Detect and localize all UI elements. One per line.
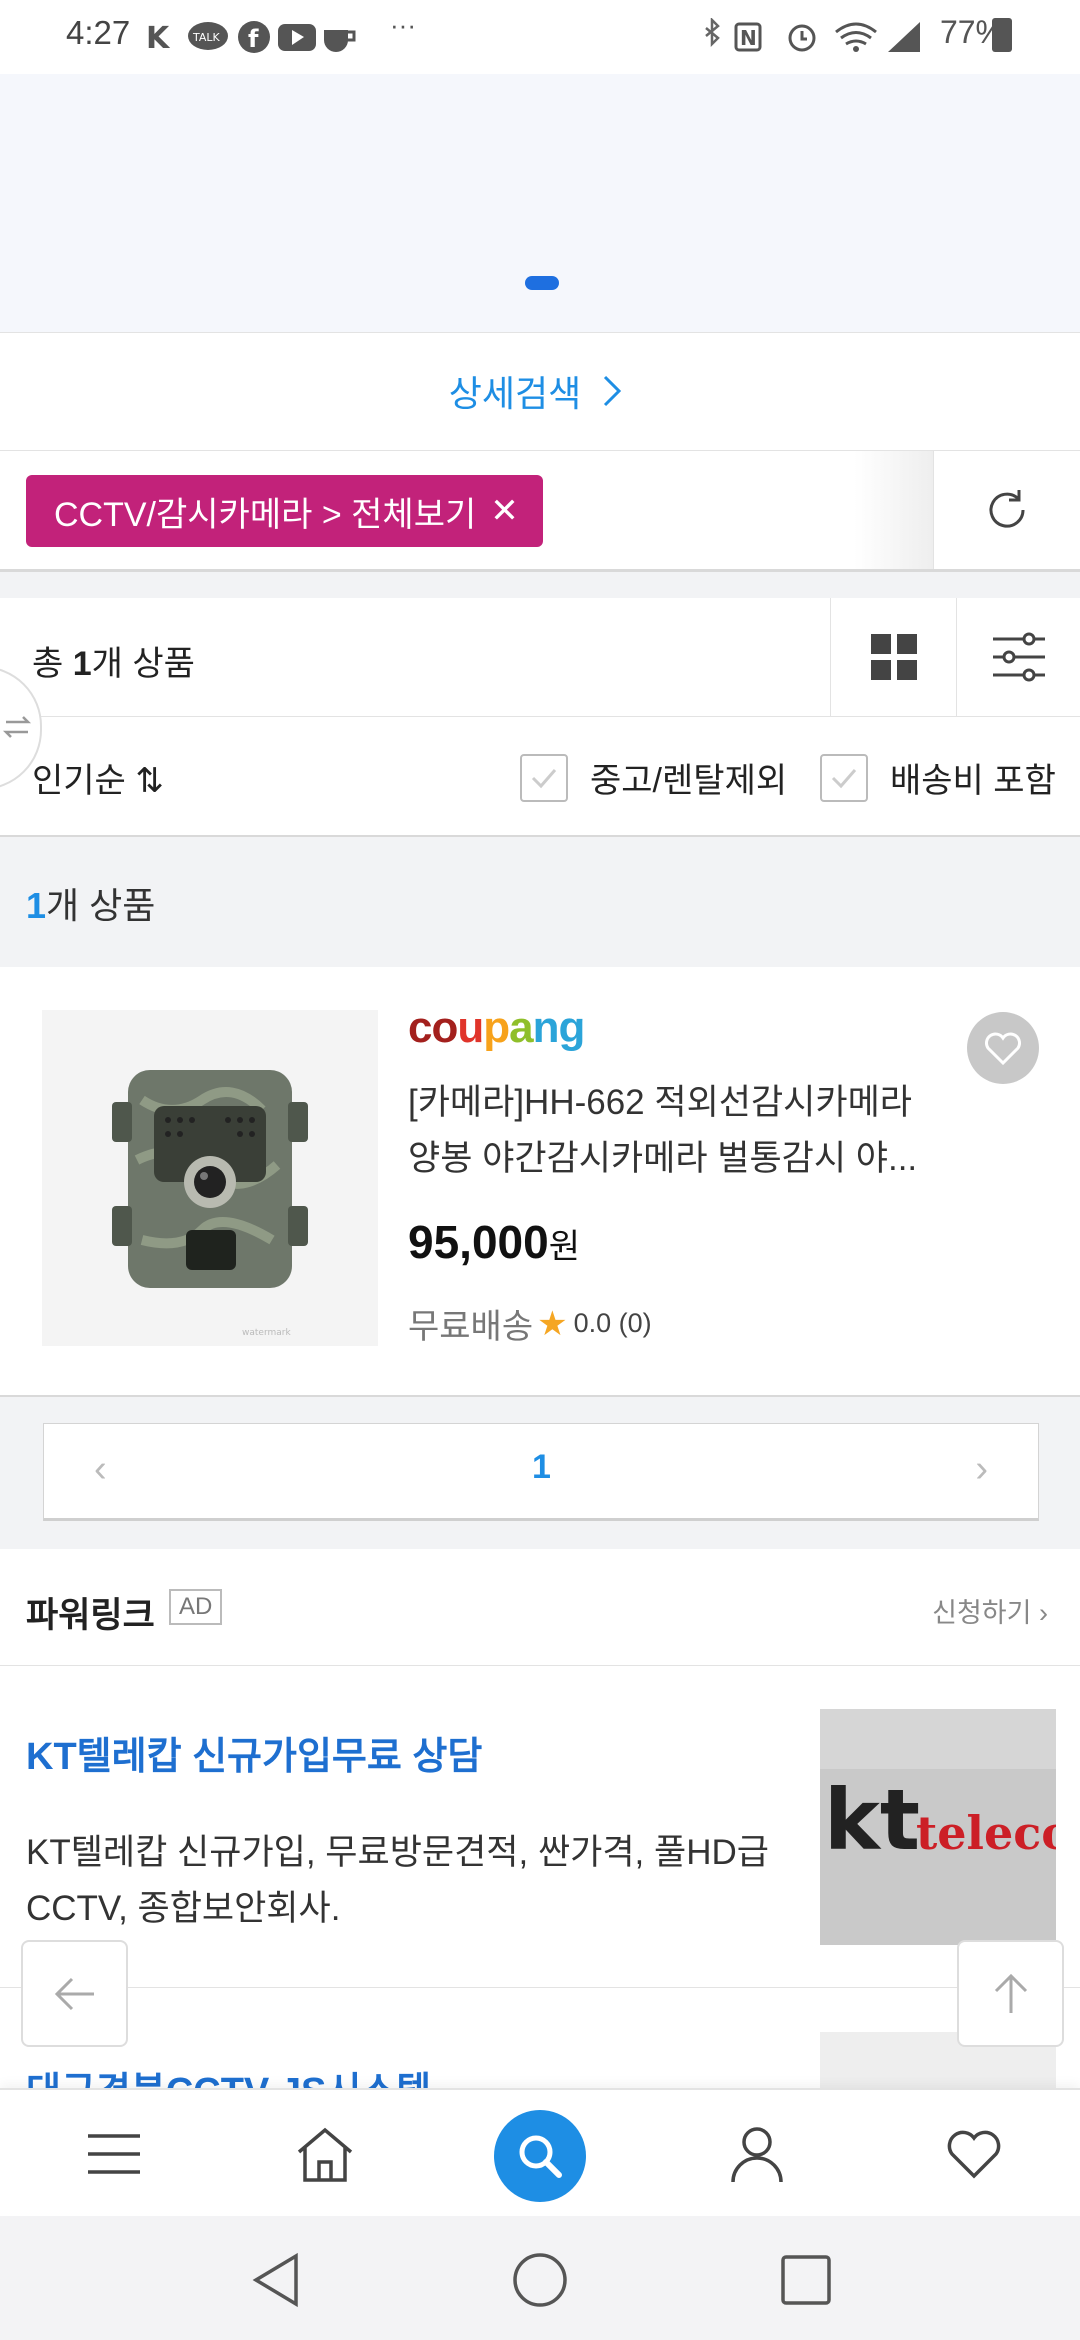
back-button[interactable] — [21, 1940, 128, 2047]
seller-logo: coupang — [408, 1003, 585, 1052]
grid-icon — [871, 634, 917, 680]
product-count-header: 1개 상품 — [0, 837, 1080, 967]
arrow-left-icon — [54, 1977, 94, 2010]
svg-text:N: N — [740, 26, 757, 50]
checkbox-icon — [520, 753, 568, 802]
shipping-label: 무료배송 — [408, 1308, 534, 1346]
battery-icon — [992, 18, 1012, 52]
user-icon — [731, 2127, 783, 2183]
arrow-up-icon — [994, 1973, 1027, 2013]
apply-link[interactable]: 신청하기 › — [932, 1591, 1048, 1630]
scroll-fade — [854, 451, 934, 569]
hamburger-icon — [88, 2134, 140, 2174]
bottom-navigation — [0, 2088, 1080, 2218]
grid-view-button[interactable] — [830, 598, 957, 716]
powerlink-header: 파워링크 AD 신청하기 › — [0, 1549, 1080, 1666]
close-icon[interactable]: ✕ — [490, 491, 519, 531]
pagination-area: ‹ 1 › — [0, 1397, 1080, 1549]
svg-text:watermark: watermark — [242, 1328, 291, 1338]
ad-image[interactable]: kt telecop — [820, 1709, 1056, 1945]
product-card[interactable]: watermark coupang [카메라]HH-662 적외선감시카메라 양… — [0, 967, 1080, 1397]
system-back-icon[interactable] — [250, 2252, 302, 2308]
rating-value: 0.0 (0) — [573, 1308, 652, 1338]
product-price: 95,000원 — [408, 1216, 580, 1268]
search-button[interactable] — [494, 2110, 586, 2202]
star-icon: ★ — [537, 1304, 568, 1343]
sort-dropdown[interactable]: 인기순 ⇅ — [32, 753, 164, 802]
wishlist-button[interactable] — [967, 1012, 1039, 1084]
status-bar: 4:27 K TALK f ··· N 77% — [0, 0, 1080, 74]
prev-page-button[interactable]: ‹ — [94, 1448, 107, 1491]
powerlink-title: 파워링크 — [26, 1596, 155, 1635]
product-name[interactable]: [카메라]HH-662 적외선감시카메라 양봉 야간감시카메라 벌통감시 야..… — [408, 1075, 948, 1187]
ad-title[interactable]: 대구경북CCTV JS시스템 — [26, 2060, 431, 2088]
system-icons: N — [698, 16, 928, 61]
refresh-icon — [989, 490, 1025, 528]
heart-icon — [985, 1032, 1021, 1066]
more-notifications-icon: ··· — [390, 10, 416, 40]
home-button[interactable] — [265, 2090, 385, 2218]
my-page-button[interactable] — [697, 2090, 817, 2218]
product-shipping-rating: 무료배송 ★ 0.0 (0) — [408, 1299, 652, 1348]
system-navigation-bar — [0, 2216, 1080, 2340]
filter-settings-button[interactable] — [956, 598, 1080, 716]
sort-row: 인기순 ⇅ 중고/렌탈제외 배송비 포함 — [0, 717, 1080, 837]
scroll-to-top-button[interactable] — [957, 1940, 1064, 2047]
detail-search-button[interactable]: 상세검색 — [0, 332, 1080, 451]
menu-button[interactable] — [54, 2090, 174, 2218]
banner-area[interactable] — [0, 74, 1080, 333]
reset-filter-button[interactable] — [933, 451, 1080, 569]
sort-arrows-icon: ⇅ — [135, 762, 164, 800]
chevron-right-icon — [604, 375, 622, 407]
svg-text:K: K — [146, 21, 171, 54]
result-count-row: 총 1개 상품 — [0, 598, 1080, 717]
svg-text:f: f — [248, 25, 259, 53]
ad-item[interactable]: KT텔레캅 신규가입무료 상담 KT텔레캅 신규가입, 무료방문견적, 싼가격,… — [0, 1665, 1080, 1988]
include-shipping-checkbox[interactable]: 배송비 포함 — [820, 753, 1056, 802]
status-time: 4:27 — [66, 14, 131, 51]
sliders-icon — [993, 632, 1045, 682]
total-count: 총 1개 상품 — [32, 645, 195, 683]
filter-chip-row: CCTV/감시카메라 > 전체보기 ✕ — [0, 451, 1080, 572]
notification-icons: K TALK f — [146, 20, 356, 61]
system-home-icon[interactable] — [512, 2252, 568, 2308]
category-filter-chip[interactable]: CCTV/감시카메라 > 전체보기 ✕ — [26, 475, 543, 547]
heart-icon — [947, 2130, 1001, 2179]
ad-item[interactable]: 대구경북CCTV JS시스템 — [0, 1988, 1080, 2088]
wishlist-nav-button[interactable] — [914, 2090, 1034, 2218]
system-recents-icon[interactable] — [780, 2254, 832, 2306]
checkbox-icon — [820, 753, 868, 802]
ad-description: KT텔레캅 신규가입, 무료방문견적, 싼가격, 풀HD급 CCTV, 종합보안… — [26, 1833, 769, 1928]
ad-badge: AD — [169, 1589, 223, 1625]
pagination: ‹ 1 › — [43, 1423, 1039, 1521]
svg-text:TALK: TALK — [192, 31, 221, 44]
ad-title[interactable]: KT텔레캅 신규가입무료 상담 — [26, 1725, 482, 1780]
chip-label: CCTV/감시카메라 > 전체보기 — [54, 495, 477, 534]
product-image[interactable]: watermark — [42, 1010, 378, 1346]
home-icon — [297, 2127, 353, 2182]
page-number[interactable]: 1 — [532, 1448, 551, 1487]
exclude-used-label: 중고/렌탈제외 — [590, 762, 788, 800]
carousel-indicator — [525, 276, 559, 290]
include-shipping-label: 배송비 포함 — [890, 762, 1056, 800]
exclude-used-checkbox[interactable]: 중고/렌탈제외 — [520, 753, 787, 802]
section-gap — [0, 572, 1080, 598]
svg-text:telecop: telecop — [916, 1806, 1056, 1860]
swap-arrows-icon — [2, 716, 32, 738]
detail-search-label: 상세검색 — [448, 373, 582, 414]
next-page-button[interactable]: › — [975, 1448, 988, 1491]
product-count-label: 1개 상품 — [26, 885, 156, 926]
search-icon — [519, 2135, 562, 2178]
svg-text:kt: kt — [824, 1771, 920, 1869]
